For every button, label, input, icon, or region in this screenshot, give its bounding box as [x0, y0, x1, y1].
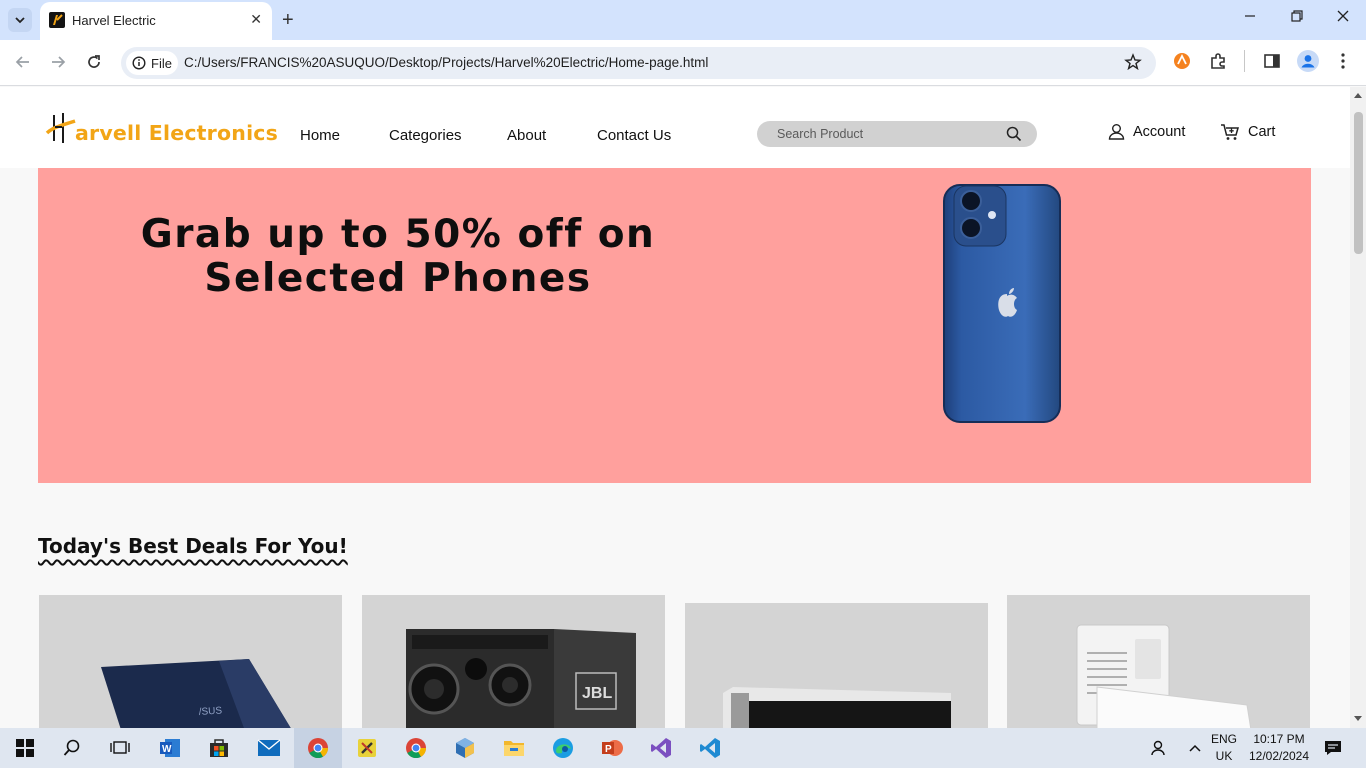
banner-headline: Grab up to 50% off on Selected Phones	[98, 213, 698, 301]
file-explorer-icon[interactable]	[499, 734, 529, 762]
tab-close-icon[interactable]: ✕	[250, 11, 262, 28]
tab-title: Harvel Electric	[72, 13, 156, 28]
windows-taskbar: W P ENG UK 10:17 PM 12/02/2024	[0, 728, 1366, 768]
cart-icon	[1221, 124, 1239, 140]
browser-tab-bar: Harvel Electric ✕ +	[0, 0, 1366, 40]
site-header: arvell Electronics Home Categories About…	[0, 87, 1350, 168]
site-favicon	[49, 12, 65, 28]
nav-categories[interactable]: Categories	[389, 127, 462, 144]
tab-search-button[interactable]	[8, 8, 32, 32]
word-icon[interactable]: W	[155, 734, 185, 762]
promo-banner[interactable]: Grab up to 50% off on Selected Phones	[38, 168, 1311, 483]
speaker-image: JBL	[406, 629, 636, 728]
browser-tab[interactable]: Harvel Electric ✕	[40, 2, 272, 40]
site-info-label: File	[151, 55, 172, 71]
nav-home[interactable]: Home	[300, 127, 340, 144]
vscode-icon[interactable]	[695, 734, 725, 762]
browser-menu-icon[interactable]	[1336, 52, 1350, 75]
mail-icon[interactable]	[254, 734, 284, 762]
search-input[interactable]: Search Product	[757, 121, 1037, 147]
svg-text:JBL: JBL	[582, 685, 612, 702]
laptop-image: /SUS	[101, 659, 291, 728]
clock-time: 10:17 PM	[1253, 732, 1305, 746]
edge-icon[interactable]	[548, 734, 578, 762]
reload-icon	[88, 55, 100, 68]
clock-date: 12/02/2024	[1248, 749, 1310, 763]
cart-label: Cart	[1248, 124, 1276, 140]
page-scrollbar[interactable]	[1350, 87, 1366, 728]
profile-avatar-icon[interactable]	[1297, 50, 1319, 77]
nav-about[interactable]: About	[507, 127, 546, 144]
restore-button[interactable]	[1290, 9, 1304, 28]
language-code: ENG	[1210, 732, 1237, 746]
svg-text:W: W	[162, 744, 172, 755]
tv-image	[723, 687, 951, 728]
close-window-button[interactable]	[1336, 9, 1350, 28]
toolbar-divider	[1244, 50, 1245, 72]
visual-studio-icon[interactable]	[646, 734, 676, 762]
tools-icon[interactable]	[352, 734, 382, 762]
chrome-alt-icon[interactable]	[401, 734, 431, 762]
svg-text:/SUS: /SUS	[198, 705, 222, 718]
back-button[interactable]	[14, 53, 32, 76]
reload-button[interactable]	[85, 53, 103, 76]
deals-heading: Today's Best Deals For You!	[38, 534, 348, 558]
task-view-icon[interactable]	[105, 734, 135, 762]
product-card[interactable]: JBL	[362, 595, 665, 728]
extension-avast-icon[interactable]	[1173, 52, 1191, 75]
info-icon	[132, 56, 146, 70]
phone-image	[943, 184, 1061, 423]
cart-link[interactable]: Cart	[1220, 123, 1275, 141]
scroll-down-icon[interactable]	[1354, 716, 1362, 722]
site-info-chip[interactable]: File	[126, 51, 178, 75]
logo-text: arvell Electronics	[75, 121, 279, 145]
bookmark-star-icon[interactable]	[1124, 53, 1142, 76]
chrome-icon[interactable]	[303, 734, 333, 762]
arrow-right-icon	[52, 56, 66, 68]
air-conditioner-image	[1076, 624, 1252, 728]
address-bar[interactable]: File C:/Users/FRANCIS%20ASUQUO/Desktop/P…	[121, 47, 1156, 79]
notification-icon[interactable]	[1318, 734, 1348, 762]
chevron-down-icon	[15, 17, 25, 24]
user-icon	[1108, 124, 1125, 140]
logo-mark-icon	[45, 113, 76, 143]
product-card[interactable]: /SUS	[39, 595, 342, 728]
account-label: Account	[1133, 123, 1186, 140]
scroll-up-icon[interactable]	[1354, 92, 1362, 98]
arrow-left-icon	[15, 56, 29, 68]
product-card[interactable]	[685, 603, 988, 728]
web-page: arvell Electronics Home Categories About…	[0, 87, 1350, 728]
new-tab-button[interactable]: +	[282, 8, 294, 32]
search-placeholder: Search Product	[777, 127, 864, 141]
banner-line-2: Selected Phones	[204, 256, 592, 301]
start-icon[interactable]	[10, 734, 40, 762]
clock[interactable]: 10:17 PM 12/02/2024	[1248, 731, 1310, 765]
minimize-button[interactable]	[1243, 9, 1257, 28]
people-icon[interactable]	[1144, 734, 1174, 762]
svg-text:P: P	[605, 744, 612, 755]
forward-button[interactable]	[49, 53, 67, 76]
powerpoint-icon[interactable]: P	[597, 734, 627, 762]
search-icon[interactable]	[1006, 126, 1022, 142]
account-link[interactable]: Account	[1108, 123, 1185, 140]
browser-toolbar: File C:/Users/FRANCIS%20ASUQUO/Desktop/P…	[0, 40, 1366, 86]
banner-line-1: Grab up to 50% off on	[140, 212, 656, 257]
side-panel-icon[interactable]	[1263, 52, 1281, 75]
store-icon[interactable]	[204, 734, 234, 762]
keyboard-region: UK	[1215, 749, 1233, 763]
nav-contact-us[interactable]: Contact Us	[597, 127, 671, 144]
site-logo[interactable]: arvell Electronics	[45, 111, 279, 147]
extensions-puzzle-icon[interactable]	[1209, 52, 1227, 75]
box-icon[interactable]	[450, 734, 480, 762]
language-indicator[interactable]: ENG UK	[1206, 731, 1242, 765]
product-card[interactable]	[1007, 595, 1310, 728]
url-text[interactable]: C:/Users/FRANCIS%20ASUQUO/Desktop/Projec…	[184, 55, 708, 70]
search-icon[interactable]	[57, 734, 87, 762]
scrollbar-thumb[interactable]	[1354, 112, 1363, 254]
